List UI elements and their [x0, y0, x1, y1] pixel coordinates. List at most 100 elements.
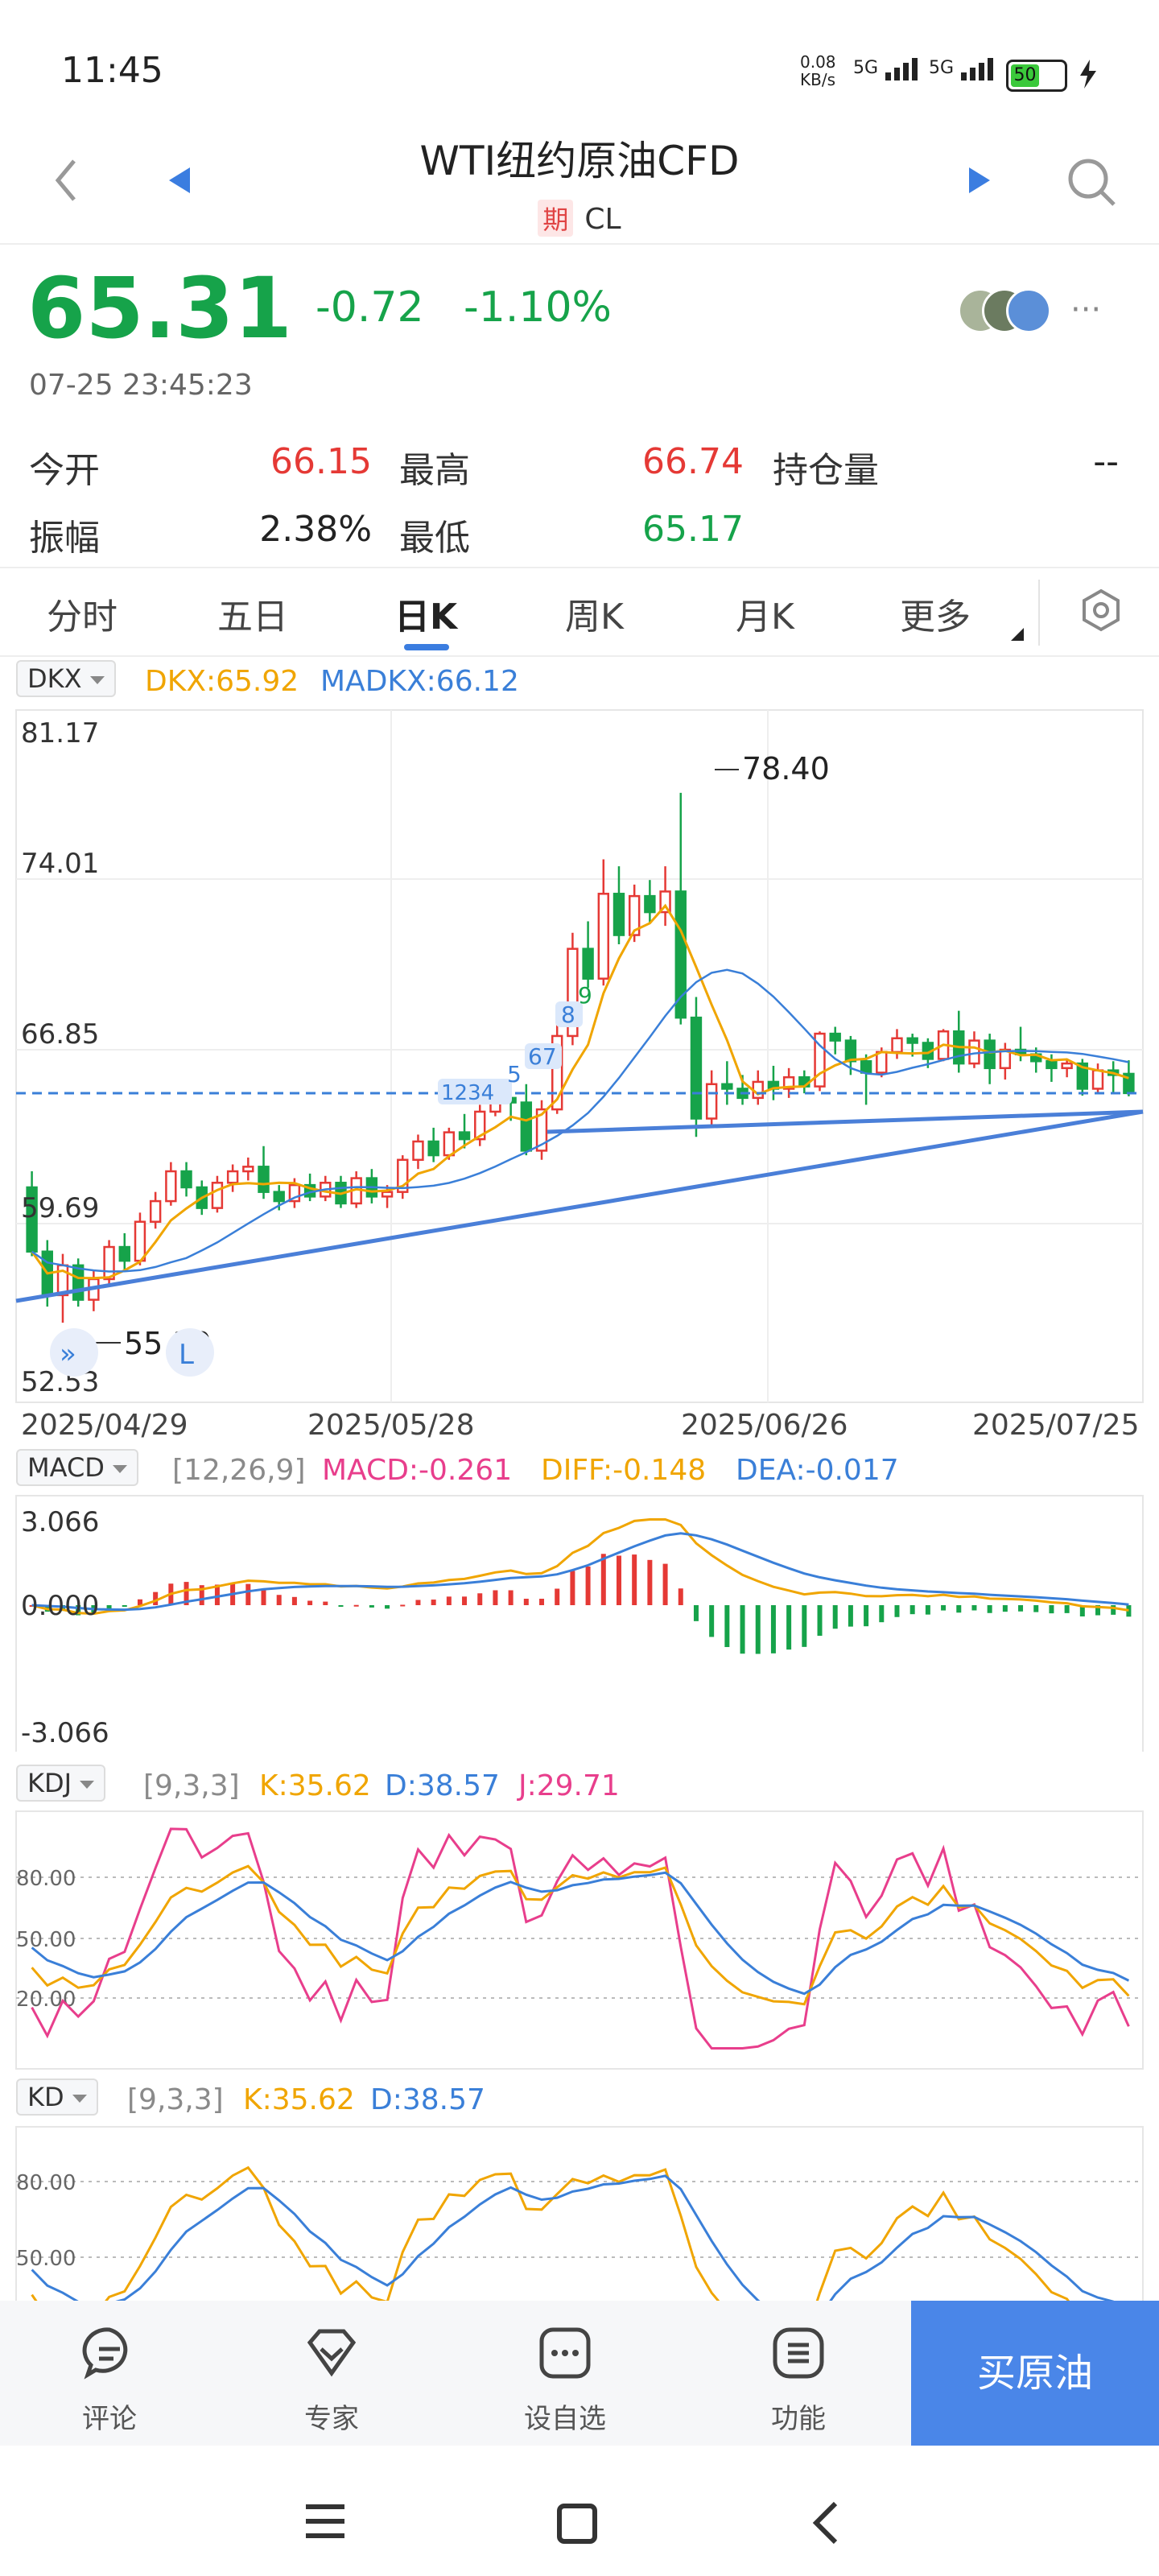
functions-button[interactable]: 功能 — [726, 2325, 871, 2436]
back-nav-icon[interactable] — [808, 2499, 843, 2547]
draw-tool-icon: L — [179, 1339, 194, 1371]
kd-d-line — [31, 2174, 1115, 2301]
tab-monthly-k[interactable]: 月K — [736, 588, 794, 639]
y-tick-label: -3.066 — [21, 1717, 109, 1749]
macd-bar — [894, 1605, 900, 1617]
kd-chart[interactable]: 80.00 50.00 — [0, 2125, 1159, 2301]
tab-weekly-k[interactable]: 周K — [565, 588, 624, 639]
macd-bar — [925, 1605, 930, 1615]
y-tick-label: 50.00 — [16, 1928, 76, 1952]
kdj-j-value: J:29.71 — [518, 1769, 620, 1802]
candle — [520, 1101, 533, 1152]
macd-bar — [369, 1605, 374, 1608]
comment-button[interactable]: 评论 — [37, 2325, 182, 2436]
tab-five-day[interactable]: 五日 — [217, 588, 288, 639]
sequence-label: 8 — [561, 1001, 575, 1028]
macd-bar — [261, 1589, 266, 1605]
macd-bar — [431, 1600, 436, 1605]
macd-bar — [848, 1605, 853, 1627]
candle — [149, 1199, 162, 1223]
chart-frame — [15, 1495, 1144, 1752]
trendline — [15, 1109, 1144, 1303]
macd-bar — [786, 1605, 792, 1650]
kdj-header: KDJ [9,3,3] K:35.62 D:38.57 J:29.71 — [0, 1763, 1159, 1808]
candle — [1091, 1069, 1104, 1090]
candle — [118, 1245, 130, 1262]
main-indicator-label: DKX — [27, 663, 82, 694]
macd-chart[interactable]: 3.066 0.000 -3.066 — [0, 1494, 1159, 1752]
candle — [690, 1016, 703, 1120]
macd-params: [12,26,9] — [172, 1454, 306, 1487]
candlestick-chart[interactable]: 81.17 74.01 66.85 59.69 52.53 78.40 55.3… — [0, 705, 1159, 1446]
macd-bar — [770, 1605, 776, 1653]
sequence-label: 67 — [528, 1043, 557, 1070]
x-tick-label: 2025/06/26 — [681, 1409, 848, 1442]
macd-bar — [709, 1605, 715, 1637]
kdj-label: KDJ — [27, 1768, 72, 1798]
active-tab-indicator — [404, 644, 449, 650]
candle — [103, 1245, 115, 1281]
macd-bar — [971, 1605, 977, 1611]
tab-more[interactable]: 更多 — [900, 588, 971, 639]
kdj-select[interactable]: KDJ — [16, 1765, 106, 1802]
macd-bar — [400, 1604, 406, 1607]
last-price: 65.31 — [27, 259, 292, 357]
kd-select[interactable]: KD — [16, 2079, 98, 2116]
macd-bar — [678, 1588, 683, 1605]
more-icon[interactable]: ··· — [1070, 291, 1101, 328]
high-marker-label: 78.40 — [742, 751, 830, 786]
add-watchlist-button[interactable]: 设自选 — [493, 2325, 637, 2436]
next-contract-icon[interactable] — [966, 164, 993, 196]
y-tick-label: 0.000 — [21, 1590, 99, 1622]
kd-label: KD — [27, 2082, 64, 2112]
chart-frame — [15, 1810, 1144, 2070]
double-chevron-icon: » — [60, 1338, 76, 1370]
macd-bar — [647, 1559, 653, 1605]
open-value: 66.15 — [270, 441, 372, 482]
candle — [273, 1191, 285, 1203]
candle — [165, 1170, 177, 1203]
net-speed: 0.08 KB/s — [800, 53, 836, 89]
y-tick-label: 50.00 — [16, 2247, 76, 2271]
candle — [443, 1131, 456, 1157]
more-box-icon — [539, 2327, 591, 2379]
settings-icon[interactable] — [1079, 588, 1124, 633]
x-tick-label: 2025/05/28 — [307, 1409, 475, 1442]
candle — [860, 1060, 872, 1074]
candle — [226, 1170, 239, 1184]
signal-2-icon: 5G — [929, 56, 1004, 80]
y-tick-label: 59.69 — [21, 1192, 99, 1224]
macd-bar — [353, 1604, 359, 1607]
main-indicator-select[interactable]: DKX — [16, 660, 116, 697]
macd-bar — [755, 1605, 761, 1654]
expert-button[interactable]: 专家 — [259, 2325, 404, 2436]
macd-bar — [616, 1555, 621, 1605]
kdj-chart[interactable]: 80.00 50.00 20.00 — [0, 1810, 1159, 2072]
chart-frame — [15, 2126, 1144, 2301]
chevron-down-icon — [72, 2095, 87, 2103]
macd-bar — [956, 1605, 962, 1613]
tab-intraday[interactable]: 分时 — [47, 588, 118, 639]
buy-oil-button[interactable]: 买原油 — [911, 2301, 1159, 2446]
macd-bar — [1002, 1605, 1008, 1612]
candle — [412, 1140, 424, 1162]
macd-bar — [555, 1588, 560, 1605]
candle — [891, 1037, 903, 1054]
macd-bar — [477, 1593, 483, 1605]
macd-bar — [1018, 1605, 1024, 1612]
diamond-icon — [307, 2329, 357, 2377]
net-speed-unit: KB/s — [800, 70, 835, 89]
macd-bar — [585, 1566, 591, 1605]
candle — [72, 1264, 85, 1301]
macd-bar — [276, 1595, 282, 1605]
macd-select[interactable]: MACD — [16, 1449, 138, 1486]
search-icon[interactable] — [1064, 155, 1120, 211]
menu-icon[interactable] — [303, 2502, 348, 2542]
home-icon[interactable] — [555, 2502, 600, 2545]
symbol-label: CL — [584, 203, 621, 236]
candle — [458, 1131, 471, 1141]
add-watchlist-label: 设自选 — [524, 2403, 606, 2435]
avatar-group[interactable] — [958, 288, 1070, 333]
tab-daily-k[interactable]: 日K — [394, 588, 457, 639]
battery-level: 50 — [1011, 64, 1039, 87]
